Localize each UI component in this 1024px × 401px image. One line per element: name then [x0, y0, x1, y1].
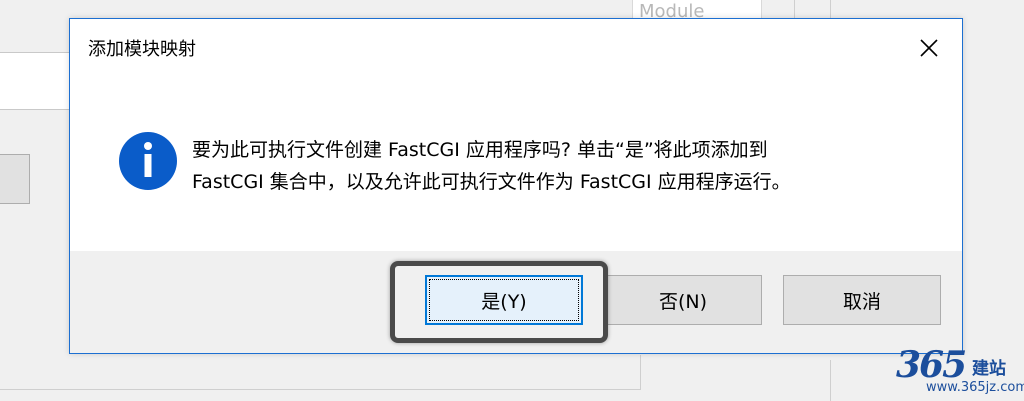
- message-line: FastCGI 集合中，以及允许此可执行文件作为 FastCGI 应用程序运行。: [192, 171, 791, 193]
- close-button[interactable]: [906, 31, 952, 65]
- no-button[interactable]: 否(N): [604, 275, 762, 325]
- info-icon: [119, 132, 177, 190]
- cancel-button[interactable]: 取消: [783, 275, 941, 325]
- dialog-message: 要为此可执行文件创建 FastCGI 应用程序吗? 单击“是”将此项添加到 Fa…: [192, 134, 932, 198]
- watermark-name: 建站: [972, 359, 1006, 379]
- watermark-url: www.365jz.com: [926, 380, 1024, 395]
- background-column-header: Module: [632, 0, 762, 18]
- background-panel: [0, 355, 641, 390]
- cancel-button-label: 取消: [842, 290, 881, 313]
- background-button: [0, 154, 30, 204]
- dialog-title: 添加模块映射: [88, 39, 196, 60]
- highlight-annotation: [390, 261, 608, 343]
- background-window-top: [0, 0, 1024, 18]
- background-divider: [830, 360, 831, 401]
- background-input: [0, 52, 72, 110]
- watermark: 365 建站 www.365jz.com: [896, 342, 1024, 400]
- background-divider: [830, 0, 831, 20]
- close-icon: [920, 39, 938, 57]
- message-line: 要为此可执行文件创建 FastCGI 应用程序吗? 单击“是”将此项添加到: [192, 139, 768, 161]
- background-divider: [794, 0, 795, 20]
- no-button-label: 否(N): [658, 290, 708, 313]
